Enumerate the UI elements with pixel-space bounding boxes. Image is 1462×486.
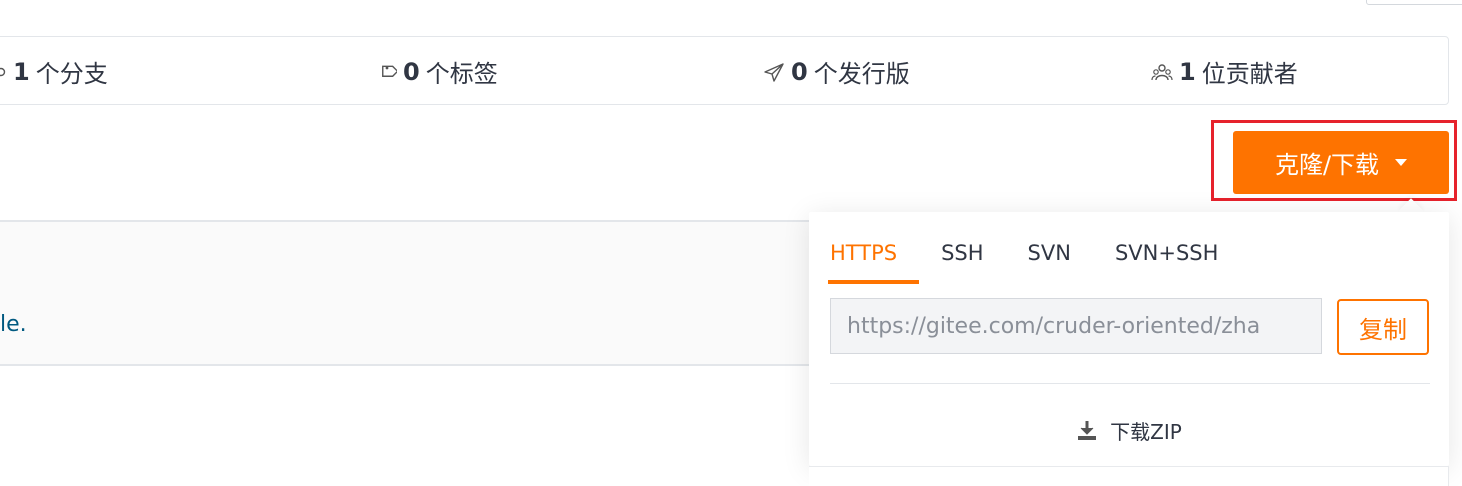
tab-https[interactable]: HTTPS (827, 230, 920, 284)
clone-download-button[interactable]: 克隆/下载 (1233, 131, 1449, 194)
repo-stats-bar: 1 个分支 0 个标签 0 个发行版 1 位贡献者 (0, 36, 1449, 105)
releases-label: 个发行版 (813, 60, 910, 88)
contributors-count: 1 (1179, 57, 1196, 86)
stat-contributors[interactable]: 1 位贡献者 (1151, 37, 1298, 106)
tag-icon (377, 62, 397, 82)
protocol-tabs: HTTPS SSH SVN SVN+SSH (827, 230, 1262, 284)
tab-svn[interactable]: SVN (1028, 230, 1071, 276)
releases-count: 0 (791, 57, 808, 86)
tab-svn-ssh[interactable]: SVN+SSH (1115, 230, 1218, 276)
branch-icon (0, 66, 7, 78)
paper-plane-icon (763, 62, 785, 82)
stat-releases[interactable]: 0 个发行版 (763, 37, 910, 106)
clone-url-input[interactable] (830, 298, 1322, 354)
top-right-button-edge[interactable] (1366, 0, 1462, 5)
download-icon (1076, 419, 1098, 441)
stat-tags[interactable]: 0 个标签 (377, 37, 498, 106)
tags-count: 0 (403, 57, 420, 86)
clone-button-label: 克隆/下载 (1274, 151, 1380, 179)
contributors-label: 位贡献者 (1201, 60, 1298, 88)
copy-button[interactable]: 复制 (1337, 299, 1429, 355)
download-zip-link[interactable]: 下载ZIP (809, 410, 1449, 450)
dropdown-bottom-edge (809, 466, 1449, 486)
clone-dropdown: HTTPS SSH SVN SVN+SSH 复制 下载ZIP (809, 212, 1449, 466)
branches-label: 个分支 (35, 60, 108, 88)
tags-label: 个标签 (425, 60, 498, 88)
divider (830, 383, 1430, 384)
tab-ssh[interactable]: SSH (941, 230, 983, 276)
caret-down-icon (1395, 159, 1408, 166)
branches-count: 1 (13, 57, 30, 86)
readme-panel (0, 220, 818, 366)
download-zip-label: 下载ZIP (1110, 419, 1182, 444)
stat-branches[interactable]: 1 个分支 (0, 37, 108, 106)
people-icon (1151, 62, 1173, 82)
readme-partial-text[interactable]: le. (0, 312, 27, 337)
